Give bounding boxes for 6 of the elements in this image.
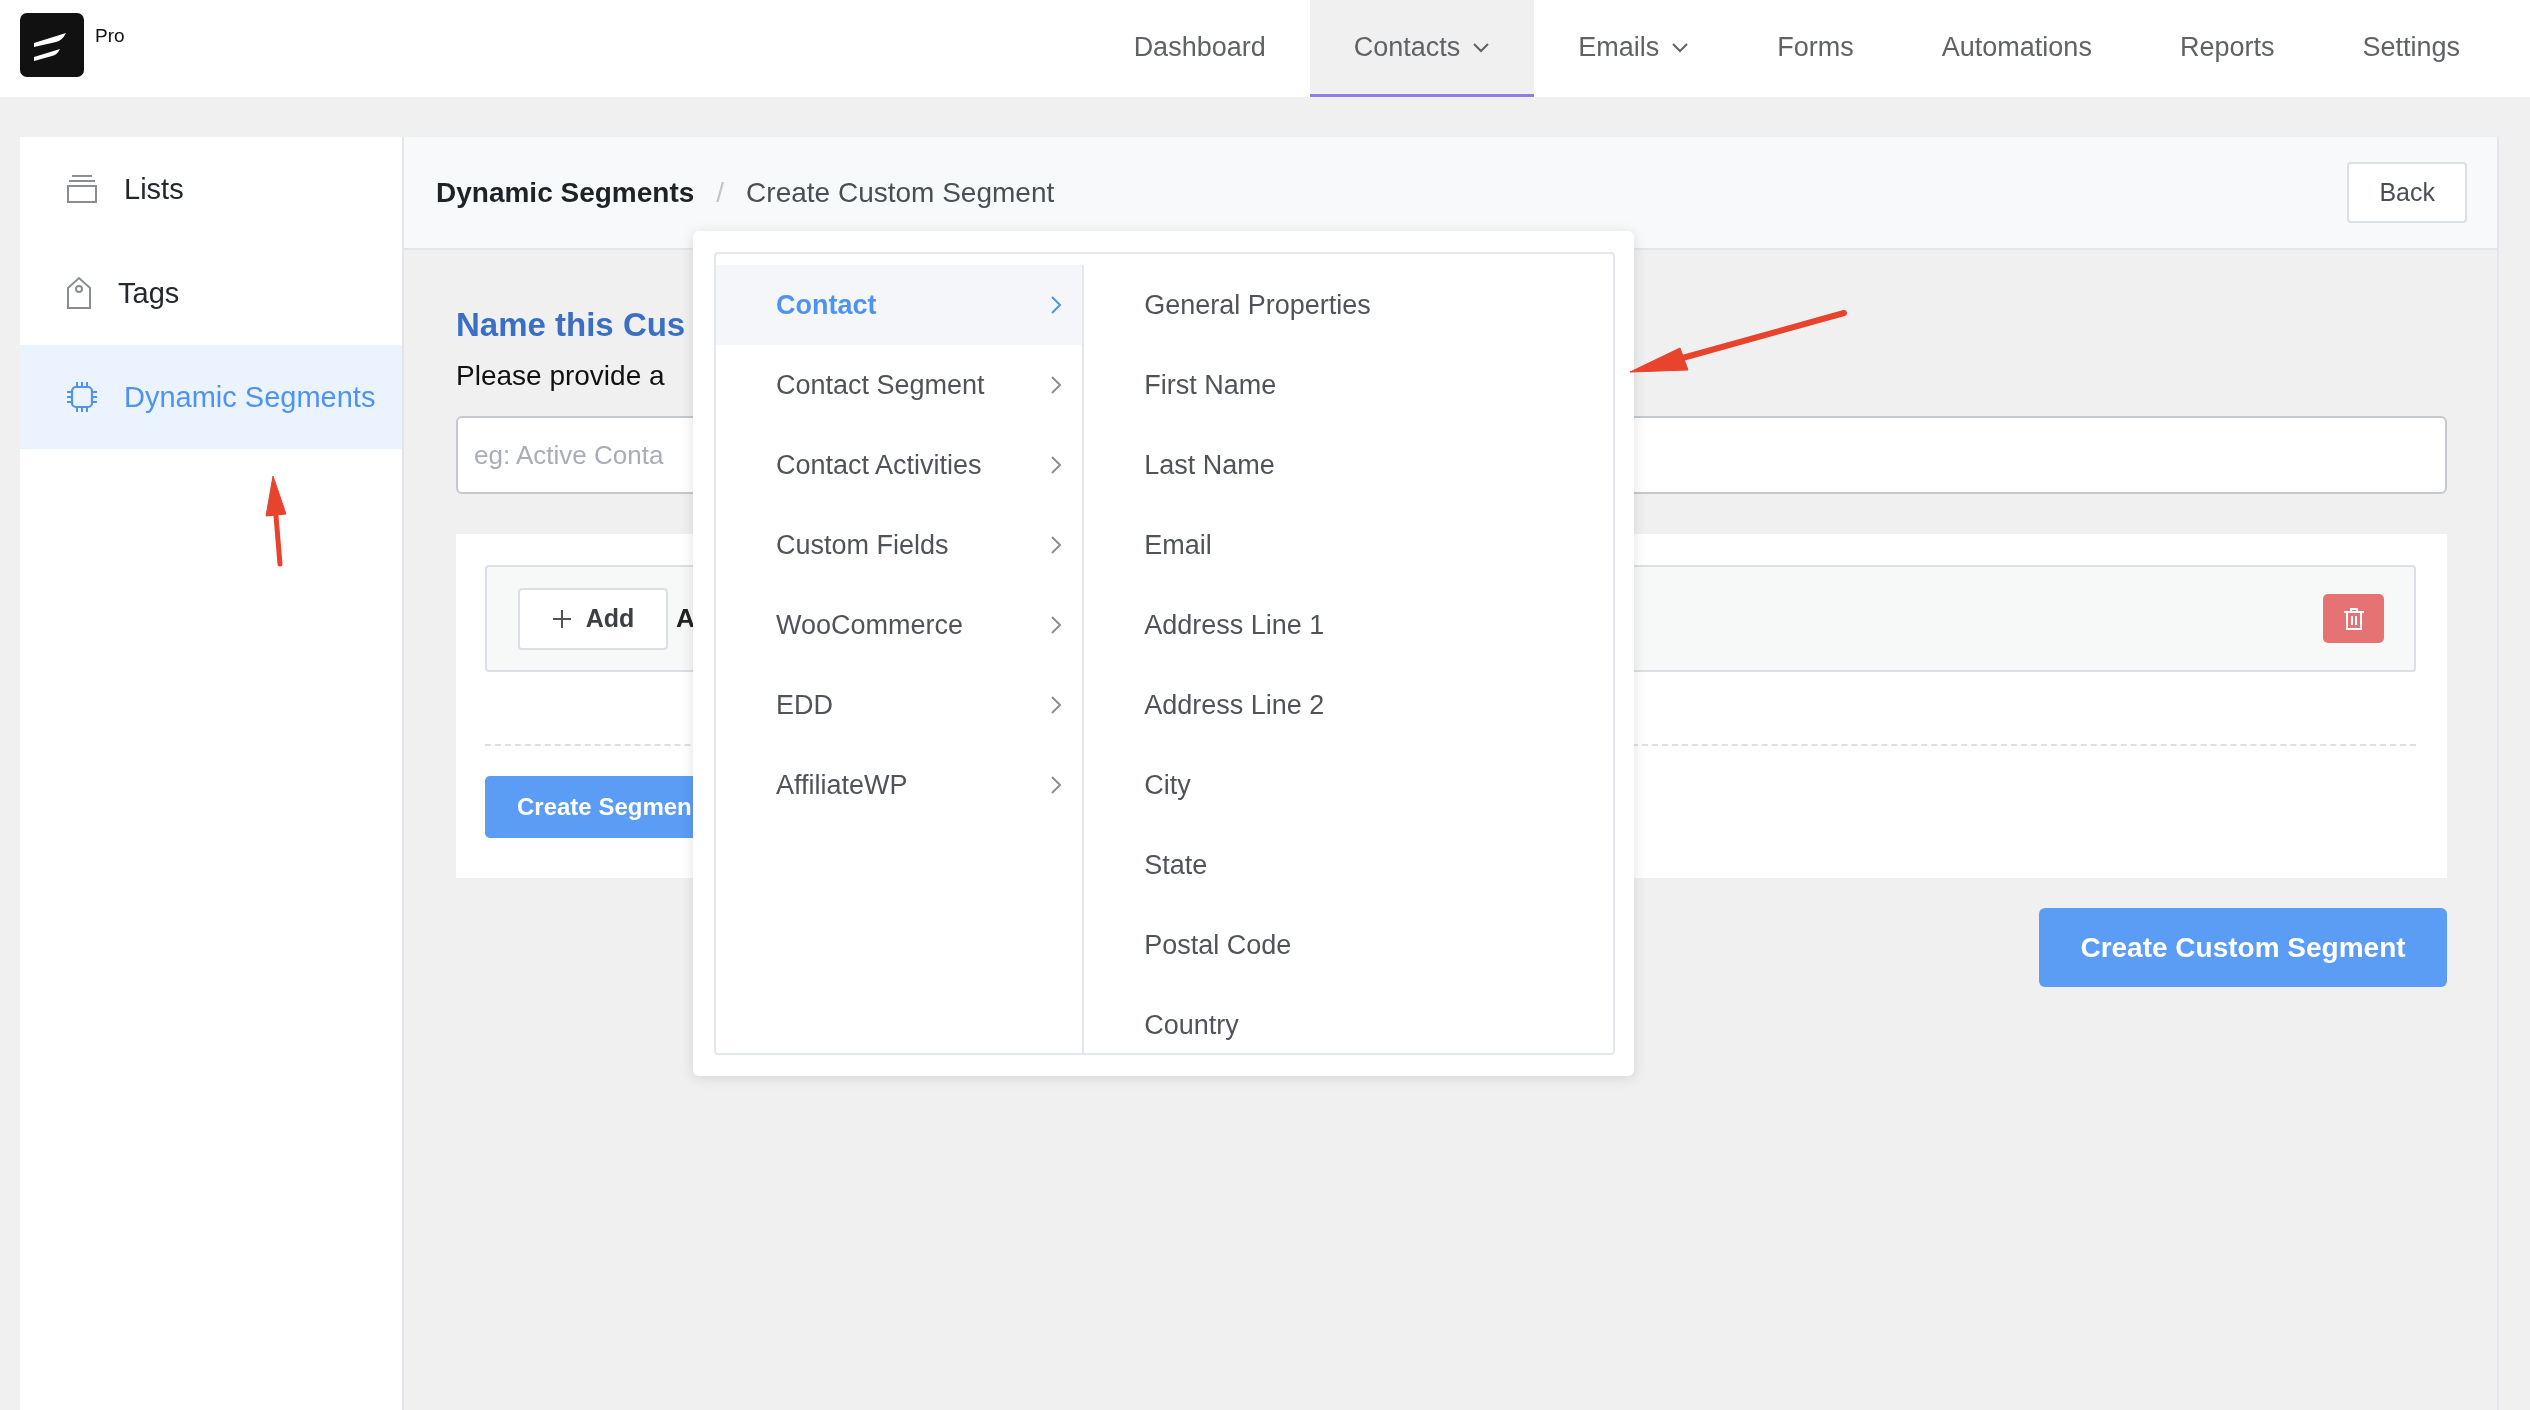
pro-label: Pro: [95, 25, 125, 47]
prompt-text: Please provide a: [456, 360, 665, 392]
section-heading: Name this Cus: [456, 306, 686, 344]
breadcrumb-separator: /: [716, 176, 725, 209]
breadcrumb-item: Create Custom Segment: [746, 176, 1055, 209]
filter-label: A: [676, 603, 695, 634]
